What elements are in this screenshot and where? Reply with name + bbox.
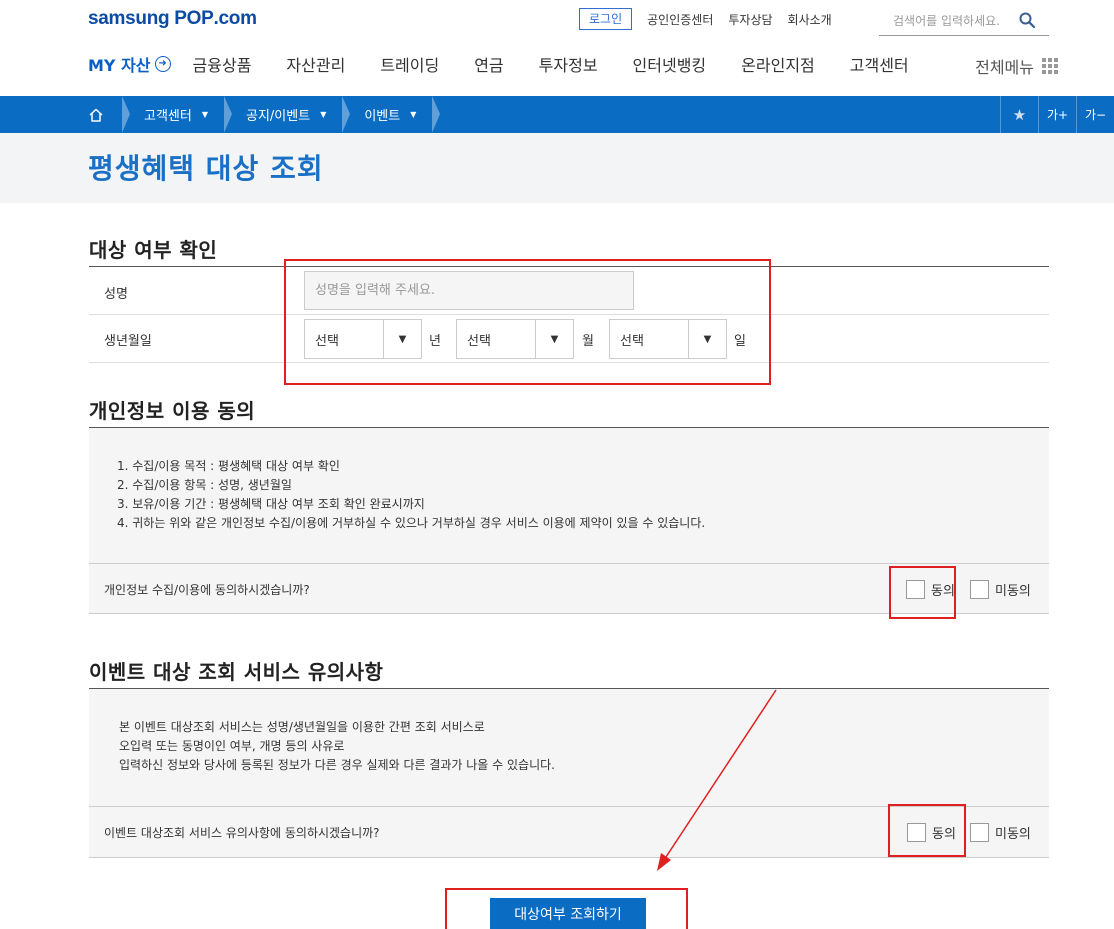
nav-item-asset-management[interactable]: 자산관리 [286, 52, 345, 76]
caret-down-icon: ▼ [410, 110, 417, 119]
site-logo[interactable]: samsung POP.com [88, 8, 257, 30]
notice-text: 본 이벤트 대상조회 서비스는 성명/생년월일을 이용한 간편 조회 서비스로 … [119, 718, 555, 775]
nav-item-online-branch[interactable]: 온라인지점 [741, 52, 815, 76]
checkbox-icon [970, 580, 989, 599]
nav-item-investment-info[interactable]: 투자정보 [539, 52, 598, 76]
annotation-highlight-notice-agree [888, 804, 966, 857]
font-size-up-button[interactable]: 가+ [1038, 96, 1076, 133]
privacy-text: 1. 수집/이용 목적 : 평생혜택 대상 여부 확인 2. 수집/이용 항목 … [117, 457, 705, 533]
section-title-privacy: 개인정보 이용 동의 [89, 399, 256, 423]
notice-question: 이벤트 대상조회 서비스 유의사항에 동의하시겠습니까? [104, 826, 380, 840]
nav-item-customer-center[interactable]: 고객센터 [850, 52, 909, 76]
search-icon[interactable] [1019, 12, 1035, 28]
nav-my-assets[interactable]: MY 자산 ➜ [88, 52, 171, 76]
caret-down-icon: ▼ [201, 110, 208, 119]
privacy-line: 3. 보유/이용 기간 : 평생혜택 대상 여부 조회 확인 완료시까지 [117, 497, 425, 511]
annotation-highlight-submit [445, 888, 688, 929]
birth-label: 생년월일 [104, 334, 152, 349]
all-menu-label: 전체메뉴 [975, 58, 1034, 77]
privacy-disagree-label: 미동의 [995, 584, 1031, 599]
privacy-question: 개인정보 수집/이용에 동의하시겠습니까? [104, 583, 310, 597]
login-button[interactable]: 로그인 [579, 8, 633, 30]
breadcrumb-label: 고객센터 [144, 109, 192, 124]
privacy-disagree-checkbox[interactable]: 미동의 [970, 580, 1031, 599]
breadcrumb: 고객센터 ▼ 공지/이벤트 ▼ 이벤트 ▼ [88, 96, 441, 133]
nav-my-assets-label: MY 자산 [88, 56, 151, 75]
row-divider [89, 857, 1049, 858]
notice-line: 오입력 또는 동명이인 여부, 개명 등의 사유로 [119, 739, 345, 753]
privacy-line: 1. 수집/이용 목적 : 평생혜택 대상 여부 확인 [117, 459, 340, 473]
checkbox-icon [970, 823, 989, 842]
nav-item-pension[interactable]: 연금 [474, 52, 503, 76]
notice-line: 입력하신 정보와 당사에 등록된 정보가 다른 경우 실제와 다른 결과가 나올… [119, 758, 555, 772]
nav-item-trading[interactable]: 트레이딩 [380, 52, 439, 76]
title-band: 평생혜택 대상 조회 [0, 133, 1114, 203]
breadcrumb-item-customer-center[interactable]: 고객센터 ▼ [122, 96, 224, 133]
section-title-target-check: 대상 여부 확인 [89, 238, 218, 262]
favorite-star-icon[interactable]: ★ [1000, 96, 1038, 133]
breadcrumb-label: 공지/이벤트 [246, 109, 311, 124]
name-label: 성명 [104, 287, 128, 302]
breadcrumb-tools: ★ 가+ 가− [1000, 96, 1114, 133]
util-link-consult[interactable]: 투자상담 [728, 11, 772, 28]
util-link-company[interactable]: 회사소개 [788, 11, 832, 28]
main-navigation: MY 자산 ➜ 금융상품 자산관리 트레이딩 연금 투자정보 인터넷뱅킹 온라인… [88, 52, 1058, 77]
site-header: samsung POP.com 로그인 공인인증센터 투자상담 회사소개 MY … [0, 0, 1114, 96]
annotation-highlight-privacy-agree [889, 566, 956, 619]
notice-disagree-checkbox[interactable]: 미동의 [970, 823, 1031, 842]
util-link-cert[interactable]: 공인인증센터 [647, 11, 713, 28]
privacy-line: 4. 귀하는 위와 같은 개인정보 수집/이용에 거부하실 수 있으나 거부하실… [117, 516, 706, 530]
breadcrumb-item-notice-event[interactable]: 공지/이벤트 ▼ [224, 96, 342, 133]
breadcrumb-label: 이벤트 [364, 109, 401, 124]
notice-line: 본 이벤트 대상조회 서비스는 성명/생년월일을 이용한 간편 조회 서비스로 [119, 720, 485, 734]
utility-links: 로그인 공인인증센터 투자상담 회사소개 [579, 8, 832, 30]
nav-item-internet-banking[interactable]: 인터넷뱅킹 [633, 52, 707, 76]
logo-text-left: samsung [88, 8, 175, 29]
search-input[interactable] [879, 13, 1019, 28]
notice-disagree-label: 미동의 [995, 827, 1031, 842]
all-menu-button[interactable]: 전체메뉴 [975, 54, 1058, 78]
search-box [879, 6, 1049, 36]
breadcrumb-bar: 고객센터 ▼ 공지/이벤트 ▼ 이벤트 ▼ ★ 가+ 가− [0, 96, 1114, 133]
home-icon[interactable] [88, 107, 104, 123]
nav-item-financial-products[interactable]: 금융상품 [193, 52, 252, 76]
annotation-highlight-form [284, 259, 771, 385]
grid-menu-icon [1042, 58, 1058, 74]
arrow-right-circle-icon: ➜ [154, 56, 171, 72]
breadcrumb-item-event[interactable]: 이벤트 ▼ [342, 96, 441, 133]
logo-text-pop: POP [174, 8, 214, 29]
logo-text-right: .com [213, 8, 257, 29]
section-title-notice: 이벤트 대상 조회 서비스 유의사항 [89, 660, 384, 684]
page-title: 평생혜택 대상 조회 [88, 152, 324, 185]
font-size-down-button[interactable]: 가− [1076, 96, 1114, 133]
privacy-line: 2. 수집/이용 항목 : 성명, 생년월일 [117, 478, 292, 492]
caret-down-icon: ▼ [320, 110, 327, 119]
